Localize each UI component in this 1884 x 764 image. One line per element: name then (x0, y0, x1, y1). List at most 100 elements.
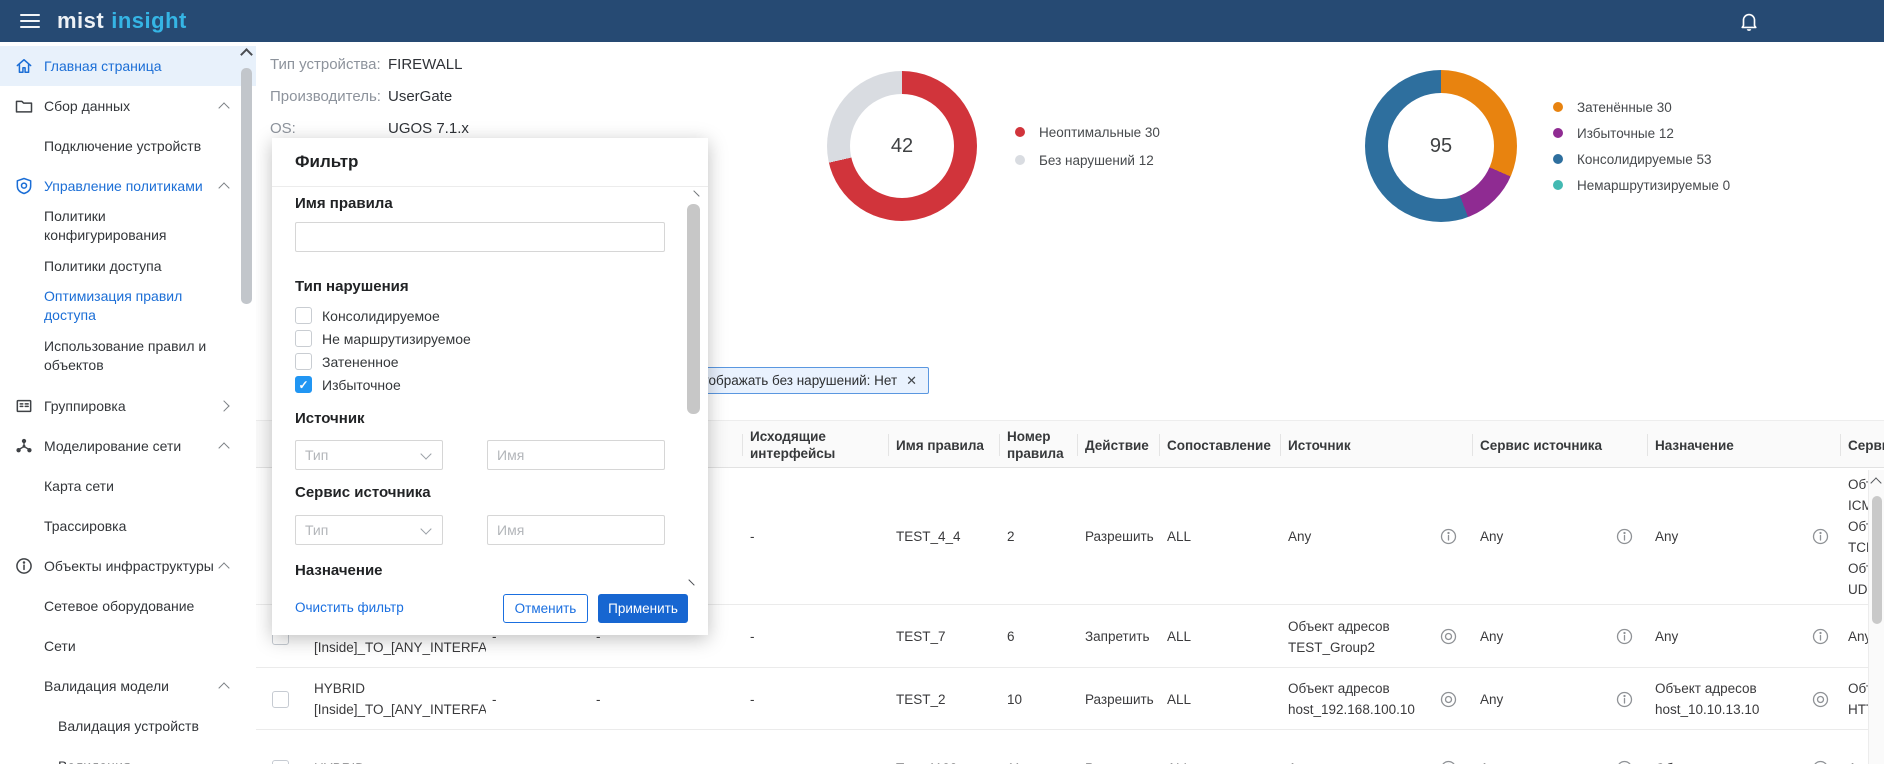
sidebar-item[interactable]: Группировка (0, 386, 256, 426)
sidebar-item-label: Главная страница (44, 57, 216, 76)
legend-dot (1553, 128, 1563, 138)
sidebar-item-label: Сетевое оборудование (44, 597, 216, 616)
info-icon[interactable] (1812, 528, 1829, 545)
chevron-down-icon (420, 448, 431, 459)
filter-chip[interactable]: Отображать без нарушений: Нет ✕ (680, 367, 929, 394)
legend-label: Неоптимальные 30 (1039, 125, 1160, 140)
cancel-button[interactable]: Отменить (503, 594, 588, 623)
app-logo: mistinsight (57, 8, 187, 34)
cell-match: ALL (1167, 526, 1279, 547)
select-placeholder: Тип (305, 447, 328, 463)
select-placeholder: Тип (305, 522, 328, 538)
cell-match: ALL (1167, 758, 1279, 764)
modal-scroll-thumb[interactable] (687, 204, 700, 414)
sidebar-item-label: Сбор данных (44, 97, 216, 116)
sidebar-item-label: Объекты инфраструктуры (44, 557, 216, 576)
eye-icon[interactable] (1440, 691, 1457, 708)
chevron-right-icon (218, 400, 229, 411)
header-separator (888, 434, 889, 456)
eye-icon[interactable] (1812, 691, 1829, 708)
chevron-up-icon (218, 682, 229, 693)
header-separator (1159, 434, 1160, 456)
eye-icon[interactable] (1440, 628, 1457, 645)
info-icon[interactable] (1616, 628, 1633, 645)
sidebar-item-label: Трассировка (44, 517, 216, 536)
sidebar-item-label: Валидация (58, 757, 218, 764)
scroll-down-icon[interactable] (688, 574, 699, 585)
violation-type-option[interactable]: Затененное (295, 350, 471, 373)
sidebar-item[interactable]: Подключение устройств (0, 126, 256, 166)
filter-modal: Фильтр Имя правила Тип нарушения Консоли… (272, 138, 708, 635)
info-icon[interactable] (1616, 528, 1633, 545)
sidebar-scrollbar[interactable] (239, 42, 254, 764)
sidebar-item[interactable]: Валидация модели (0, 666, 256, 706)
modal-scrollbar[interactable] (686, 188, 702, 588)
sidebar-item[interactable]: Валидация (0, 746, 256, 764)
violation-type-option[interactable]: ✓Избыточное (295, 373, 471, 396)
sidebar-item[interactable]: Моделирование сети (0, 426, 256, 466)
checkbox-unchecked[interactable] (295, 307, 312, 324)
close-icon[interactable]: ✕ (906, 373, 917, 389)
menu-icon[interactable] (20, 14, 40, 28)
info-icon[interactable] (1616, 691, 1633, 708)
sidebar-item[interactable]: Сети (0, 626, 256, 666)
sidebar-item[interactable]: Оптимизация правил доступа (0, 286, 256, 326)
sidebar-item[interactable]: Использование правил и объектов (0, 326, 256, 386)
content-scroll-thumb[interactable] (1872, 496, 1882, 624)
source-service-type-select[interactable]: Тип (295, 515, 443, 545)
checkbox-unchecked[interactable] (295, 353, 312, 370)
violation-type-label: Тип нарушения (295, 278, 409, 295)
sidebar-item-label: Политики доступа (44, 257, 216, 276)
info-icon[interactable] (1440, 760, 1457, 764)
sidebar-item[interactable]: Объекты инфраструктуры (0, 546, 256, 586)
content-scrollbar[interactable] (1868, 470, 1884, 764)
sidebar-item[interactable]: Управление политиками (0, 166, 256, 206)
sidebar-item[interactable]: Политики конфигурирования (0, 206, 256, 246)
violation-type-option[interactable]: Не маршрутизируемое (295, 327, 471, 350)
rule-name-input[interactable] (295, 222, 665, 252)
info-icon[interactable] (1812, 628, 1829, 645)
cell-rule_name: TEST_2 (896, 689, 1000, 710)
bell-icon[interactable] (1738, 10, 1760, 32)
checkbox-checked[interactable]: ✓ (295, 376, 312, 393)
cell-out_interfaces: - (750, 526, 890, 547)
column-header-rule_name: Имя правила (896, 421, 1000, 469)
checkbox-unchecked[interactable] (295, 330, 312, 347)
device-info-label: Производитель: (270, 88, 388, 105)
eye-icon[interactable] (1812, 760, 1829, 764)
home-icon (14, 56, 34, 76)
filter-chip-label: Отображать без нарушений: Нет (692, 373, 897, 388)
sidebar-item-label: Оптимизация правил доступа (44, 287, 216, 325)
column-header-action: Действие (1085, 421, 1161, 469)
scroll-up-icon[interactable] (688, 190, 699, 201)
header-separator (1647, 434, 1648, 456)
legend-item: Консолидируемые 53 (1553, 146, 1730, 172)
source-name-input[interactable] (487, 440, 665, 470)
column-header-rule_number: Номер правила (1007, 421, 1079, 469)
legend-label: Немаршрутизируемые 0 (1577, 178, 1730, 193)
violation-type-option[interactable]: Консолидируемое (295, 304, 471, 327)
device-info-value: FIREWALL (388, 56, 462, 73)
cell-action: Разрешить (1085, 758, 1161, 764)
sidebar-item[interactable]: Политики доступа (0, 246, 256, 286)
sidebar-item[interactable]: Сбор данных (0, 86, 256, 126)
sidebar-item[interactable]: Сетевое оборудование (0, 586, 256, 626)
scroll-up-icon[interactable] (240, 48, 253, 61)
sidebar-item[interactable]: Валидация устройств (0, 706, 256, 746)
sidebar-item[interactable]: Трассировка (0, 506, 256, 546)
clear-filter-link[interactable]: Очистить фильтр (295, 600, 404, 615)
info-icon[interactable] (1616, 760, 1633, 764)
source-type-select[interactable]: Тип (295, 440, 443, 470)
source-service-name-input[interactable] (487, 515, 665, 545)
sidebar-scroll-thumb[interactable] (241, 68, 252, 304)
sidebar-item[interactable]: Главная страница (0, 46, 256, 86)
row-checkbox[interactable] (272, 691, 289, 708)
modal-title: Фильтр (272, 138, 708, 187)
cell-action: Запретить (1085, 626, 1161, 647)
scroll-up-icon[interactable] (1870, 477, 1881, 488)
info-icon[interactable] (1440, 528, 1457, 545)
apply-button[interactable]: Применить (598, 594, 688, 623)
sidebar-item[interactable]: Карта сети (0, 466, 256, 506)
row-checkbox[interactable] (272, 760, 289, 764)
logo-insight: insight (111, 8, 187, 33)
